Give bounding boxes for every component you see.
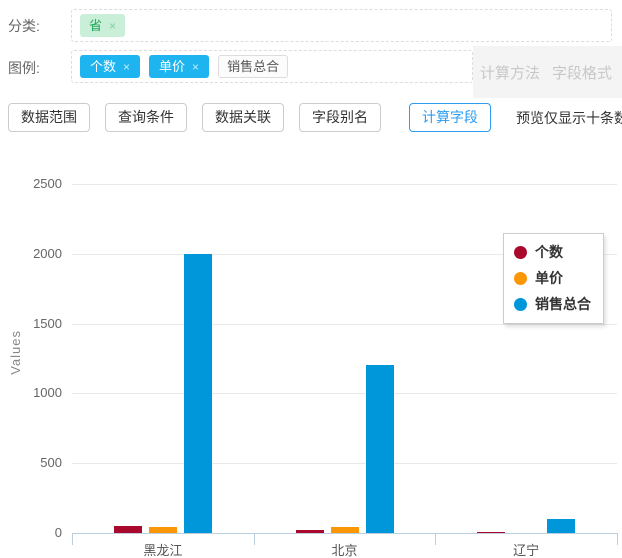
legend-item-label: 单价 (535, 268, 563, 288)
remove-tag-icon[interactable]: × (109, 20, 116, 32)
plot-area (72, 140, 617, 533)
y-tick-label-1000: 1000 (0, 385, 62, 400)
legend-swatch-icon (514, 272, 527, 285)
field-tag-label: 单价 (159, 60, 185, 73)
legend-swatch-icon (514, 246, 527, 259)
field-format-action: 字段格式 (552, 62, 612, 83)
bar-chart: Values 0 500 1000 1500 2000 2500 黑龙江北京辽宁 个数单价… (0, 140, 622, 558)
calculated-field-button[interactable]: 计算字段 (409, 103, 491, 132)
field-tag-个数[interactable]: 个数 × (80, 55, 140, 78)
x-category-label-北京: 北京 (254, 540, 436, 558)
field-tag-label: 省 (89, 19, 102, 32)
category-drop-zone[interactable]: 省× (71, 9, 612, 42)
x-axis-labels: 黑龙江北京辽宁 (72, 540, 617, 558)
legend-field-label: 图例: (8, 58, 40, 78)
legend-item-销售总合[interactable]: 销售总合 (514, 294, 591, 314)
field-options-panel: 计算方法 字段格式 (473, 46, 622, 98)
bar-group-北京 (254, 140, 436, 533)
calc-method-action: 计算方法 (480, 62, 540, 83)
data-range-button[interactable]: 数据范围 (8, 103, 90, 132)
y-tick-label-2500: 2500 (0, 176, 62, 191)
legend-item-单价[interactable]: 单价 (514, 268, 591, 288)
x-category-label-辽宁: 辽宁 (435, 540, 617, 558)
field-tag-label: 个数 (90, 60, 116, 73)
bar-黑龙江-销售总合[interactable] (184, 254, 212, 533)
field-alias-button[interactable]: 字段别名 (299, 103, 381, 132)
report-designer-panel: 分类: 省× 图例: 个数×单价×销售总合 计算方法 字段格式 数据范围 查询条… (0, 0, 622, 558)
bar-北京-销售总合[interactable] (366, 365, 394, 533)
bar-黑龙江-个数[interactable] (114, 526, 142, 533)
bar-辽宁-销售总合[interactable] (547, 519, 575, 533)
toolbar: 数据范围 查询条件 数据关联 字段别名 计算字段 预览仅显示十条数据 (8, 103, 622, 132)
legend-item-个数[interactable]: 个数 (514, 242, 591, 262)
field-tag-省[interactable]: 省× (80, 14, 125, 37)
y-tick-label-2000: 2000 (0, 246, 62, 261)
y-tick-label-1500: 1500 (0, 316, 62, 331)
x-axis-line (72, 533, 617, 534)
preview-note: 预览仅显示十条数据 (516, 108, 622, 128)
y-tick-label-0: 0 (0, 525, 62, 540)
bar-group-黑龙江 (72, 140, 254, 533)
field-tag-label: 销售总合 (227, 60, 279, 73)
legend-drop-zone[interactable]: 个数 × 单价 × 销售总合 (71, 50, 473, 83)
bar-group-辽宁 (435, 140, 617, 533)
x-category-label-黑龙江: 黑龙江 (72, 540, 254, 558)
chart-legend: 个数单价销售总合 (503, 233, 604, 324)
category-field-label: 分类: (8, 16, 40, 36)
field-tag-销售总合[interactable]: 销售总合 (218, 55, 288, 78)
x-axis-tick (617, 533, 618, 545)
query-condition-button[interactable]: 查询条件 (105, 103, 187, 132)
y-axis-title: Values (8, 330, 23, 375)
field-tag-单价[interactable]: 单价 × (149, 55, 209, 78)
legend-item-label: 个数 (535, 242, 563, 262)
y-tick-label-500: 500 (0, 455, 62, 470)
legend-swatch-icon (514, 298, 527, 311)
remove-tag-icon[interactable]: × (192, 61, 199, 73)
legend-item-label: 销售总合 (535, 294, 591, 314)
remove-tag-icon[interactable]: × (123, 61, 130, 73)
data-relation-button[interactable]: 数据关联 (202, 103, 284, 132)
